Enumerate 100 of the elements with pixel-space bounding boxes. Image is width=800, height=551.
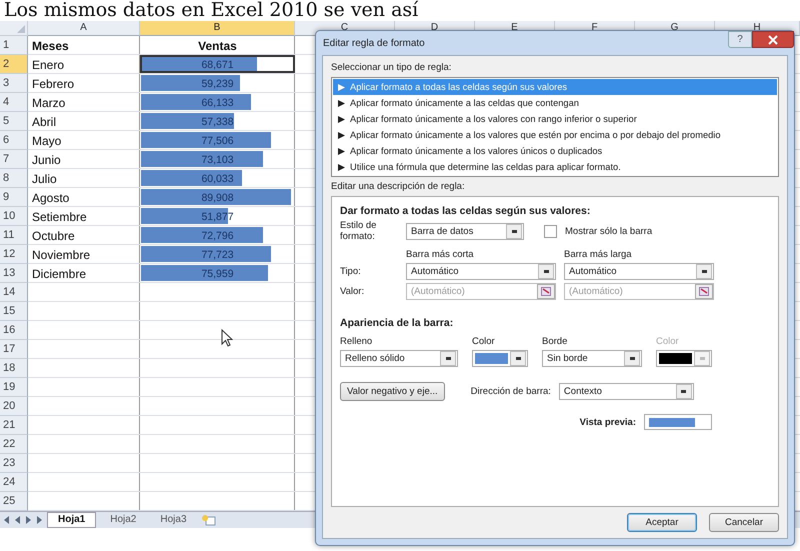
table-cell: 57,338 [201, 116, 234, 128]
column-label: Barra más larga [564, 249, 633, 260]
row-number[interactable]: 12 [0, 245, 28, 264]
row-number[interactable]: 21 [0, 416, 28, 435]
dropdown[interactable]: Sin borde [542, 350, 642, 367]
triangle-icon [338, 164, 345, 170]
row-number[interactable]: 23 [0, 454, 28, 473]
close-icon [768, 34, 778, 44]
table-cell: 75,959 [201, 268, 234, 280]
row-number[interactable]: 7 [0, 150, 28, 169]
table-cell: 77,506 [201, 134, 234, 146]
row-number[interactable]: 3 [0, 74, 28, 93]
row-number[interactable]: 24 [0, 473, 28, 492]
field-label: Color [656, 336, 680, 347]
table-cell: 72,796 [201, 230, 234, 242]
table-cell: 60,033 [201, 172, 234, 184]
checkbox-label: Mostrar sólo la barra [565, 226, 652, 236]
column-header[interactable]: B [140, 21, 295, 36]
dropdown[interactable]: Relleno sólido [340, 350, 458, 367]
sheet-tab[interactable]: Hoja3 [150, 513, 197, 527]
table-cell: Marzo [32, 96, 66, 110]
section-label: Seleccionar un tipo de regla: [331, 62, 452, 73]
triangle-icon [338, 100, 345, 106]
dialog-title: Editar regla de formato [323, 38, 425, 48]
row-number[interactable]: 10 [0, 207, 28, 226]
field-label: Vista previa: [580, 416, 636, 428]
dropdown[interactable]: Barra de datos [406, 222, 524, 240]
dropdown[interactable]: Automático [406, 263, 556, 280]
table-cell: Meses [32, 38, 69, 52]
column-label: Barra más corta [406, 249, 475, 260]
cursor-icon [221, 329, 233, 347]
table-cell: 89,908 [201, 192, 234, 204]
triangle-icon [338, 148, 345, 154]
table-cell: Junio [32, 152, 61, 166]
caret-icon [440, 351, 456, 366]
range-select-button[interactable] [695, 284, 713, 299]
table-cell: Mayo [32, 134, 62, 148]
close-button[interactable] [752, 31, 794, 48]
table-cell: Ventas [198, 38, 237, 52]
row-number[interactable]: 9 [0, 188, 28, 207]
rule-type-item[interactable]: Aplicar formato únicamente a los valores únicos o duplicados [333, 143, 777, 159]
row-number[interactable]: 19 [0, 378, 28, 397]
sheet-tab[interactable]: Hoja2 [100, 513, 146, 527]
dialog-button[interactable]: Cancelar [709, 513, 779, 532]
table-cell: Julio [32, 172, 57, 186]
row-number[interactable]: 14 [0, 283, 28, 302]
table-cell: Noviembre [32, 248, 90, 262]
range-select-icon [699, 287, 709, 296]
range-select-icon [541, 287, 551, 296]
sheet-tab[interactable]: Hoja1 [47, 512, 96, 528]
caret-icon [506, 224, 522, 238]
table-cell: Febrero [32, 76, 74, 90]
caret-icon [510, 351, 526, 366]
row-number[interactable]: 15 [0, 302, 28, 321]
row-number[interactable]: 8 [0, 169, 28, 188]
row-number[interactable]: 2 [0, 55, 28, 74]
dialog-button[interactable]: Aceptar [627, 513, 697, 532]
caret-icon [538, 264, 554, 279]
rule-type-item[interactable]: Aplicar formato únicamente a las celdas que contengan [333, 95, 777, 111]
triangle-icon [338, 84, 345, 90]
color-picker[interactable] [472, 350, 528, 367]
caret-icon [624, 351, 640, 366]
row-number[interactable]: 16 [0, 321, 28, 340]
row-number[interactable]: 22 [0, 435, 28, 454]
color-picker[interactable] [656, 350, 712, 367]
field-label: Tipo: [340, 266, 362, 277]
row-number[interactable]: 4 [0, 93, 28, 112]
table-cell: Enero [32, 58, 64, 72]
table-cell: 59,239 [201, 78, 234, 90]
checkbox[interactable] [544, 224, 557, 238]
rule-type-item[interactable]: Aplicar formato únicamente a los valores que estén por encima o por debajo del promedio [333, 127, 777, 143]
section-heading: Apariencia de la barra: [340, 317, 454, 329]
page-heading: Los mismos datos en Excel 2010 se ven así [3, 0, 420, 21]
caret-icon [676, 384, 692, 399]
field-label: Color [472, 336, 496, 347]
dropdown[interactable]: Automático [564, 263, 714, 280]
insert-sheet-icon[interactable] [200, 514, 217, 526]
row-number[interactable]: 6 [0, 131, 28, 150]
table-cell: 66,133 [201, 96, 234, 108]
rule-type-item[interactable]: Aplicar formato únicamente a los valores con rango inferior o superior [333, 111, 777, 127]
table-cell: Octubre [32, 228, 75, 242]
dropdown[interactable]: Contexto [558, 383, 694, 400]
caret-icon [696, 264, 712, 279]
row-number[interactable]: 11 [0, 226, 28, 245]
range-select-button[interactable] [537, 284, 555, 299]
preview-bar [649, 418, 695, 426]
rule-type-item[interactable]: Utilice una fórmula que determine las celdas para aplicar formato. [333, 159, 777, 175]
row-number[interactable]: 1 [0, 36, 28, 55]
help-button[interactable]: ? [728, 31, 752, 48]
row-number[interactable]: 18 [0, 359, 28, 378]
field-label: Valor: [340, 286, 366, 297]
row-number[interactable]: 13 [0, 264, 28, 283]
row-number[interactable]: 25 [0, 492, 28, 511]
row-number[interactable]: 20 [0, 397, 28, 416]
row-number[interactable]: 5 [0, 112, 28, 131]
table-cell: 77,723 [201, 248, 234, 260]
negative-value-button[interactable]: Valor negativo y eje... [340, 382, 445, 401]
table-cell: 73,103 [201, 154, 234, 166]
section-label: Editar una descripción de regla: [331, 181, 466, 192]
row-number[interactable]: 17 [0, 340, 28, 359]
